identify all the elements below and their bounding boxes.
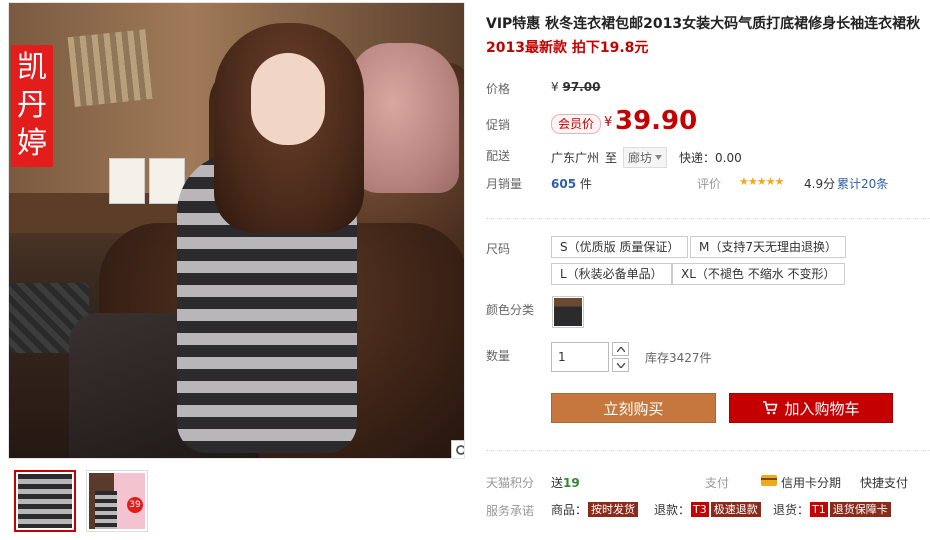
rating-score: 4.9分	[804, 177, 836, 191]
thumbnail-2[interactable]: 39	[86, 470, 148, 532]
promise-refund: 退款： T3 极速退款	[654, 501, 761, 518]
color-option[interactable]	[552, 296, 584, 328]
original-price: ¥ 97.00	[551, 80, 600, 94]
divider	[486, 450, 930, 451]
buy-now-button[interactable]: 立刻购买	[551, 393, 716, 423]
divider	[486, 218, 930, 219]
refund-label: 退款：	[654, 503, 691, 517]
member-price-tag: 会员价	[551, 114, 602, 134]
return-label: 退货：	[773, 503, 810, 517]
quantity-input[interactable]	[551, 342, 609, 372]
quantity-increase-button[interactable]	[612, 342, 629, 356]
review-label: 评价	[697, 177, 722, 191]
chevron-down-icon	[655, 155, 663, 160]
size-option-xl[interactable]: XL（不褪色 不缩水 不变形）	[672, 263, 845, 285]
brand-char: 丹	[17, 88, 47, 123]
rating-stars-icon: ★★★★★	[739, 175, 784, 188]
goods-label: 商品：	[551, 503, 588, 517]
goods-tag[interactable]: 按时发货	[588, 502, 639, 517]
photo-model-face	[251, 53, 325, 145]
promise-return: 退货： T1 退货保障卡	[773, 501, 891, 518]
add-to-cart-label: 加入购物车	[784, 399, 860, 418]
thumbnail-strip: 39	[14, 470, 148, 532]
size-label: 尺码	[486, 242, 511, 256]
sales-unit: 件	[579, 177, 592, 191]
product-subtitle: 2013最新款 拍下19.8元	[486, 38, 648, 58]
destination-value: 廊坊	[628, 151, 653, 165]
color-label: 颜色分类	[486, 303, 535, 317]
subtitle-year: 2013	[486, 40, 525, 56]
photo-sign	[109, 158, 145, 204]
points-prefix: 送	[551, 476, 564, 490]
product-title: VIP特惠 秋冬连衣裙包邮2013女装大码气质打底裙修身长袖连衣裙秋	[486, 16, 921, 32]
buy-now-label: 立刻购买	[603, 399, 664, 418]
payment-label: 支付	[705, 476, 730, 490]
sales-count: 605	[551, 177, 577, 191]
promo-label: 促销	[486, 118, 511, 132]
brand-char: 婷	[17, 126, 47, 161]
points-value: 送19	[551, 474, 580, 491]
shipping-info: 广东广州 至 廊坊 快递：0.00	[551, 147, 742, 168]
return-tag[interactable]: 退货保障卡	[829, 502, 891, 517]
credit-installment-link[interactable]: 信用卡分期	[781, 474, 841, 491]
photo-cloth	[349, 43, 459, 193]
monthly-sales: 605 件	[551, 175, 592, 192]
shipping-fee: 快递：0.00	[679, 151, 742, 165]
chevron-down-icon	[616, 362, 625, 368]
review-count-link[interactable]: 累计20条	[837, 175, 888, 192]
shipping-to: 至	[605, 151, 618, 165]
service-label: 服务承诺	[486, 504, 535, 518]
thumbnail-1[interactable]	[14, 470, 76, 532]
original-price-value: 97.00	[562, 80, 601, 94]
currency-symbol: ¥	[604, 115, 613, 130]
destination-select[interactable]: 廊坊	[623, 147, 668, 168]
thumbnail-badge: 39	[127, 497, 143, 513]
price-label: 价格	[486, 82, 511, 96]
shipping-label: 配送	[486, 149, 511, 163]
points-number: 19	[563, 476, 580, 490]
brand-char: 凯	[17, 50, 47, 85]
add-to-cart-button[interactable]: 加入购物车	[729, 393, 893, 423]
shipping-origin: 广东广州	[551, 151, 600, 165]
size-option-m[interactable]: M（支持7天无理由退换）	[690, 236, 846, 258]
photo-pillow	[67, 29, 155, 107]
sales-label: 月销量	[486, 177, 523, 191]
return-code: T1	[810, 502, 828, 517]
currency-symbol: ¥	[551, 80, 559, 94]
quantity-decrease-button[interactable]	[612, 358, 629, 372]
quick-pay-link[interactable]: 快捷支付	[860, 474, 908, 491]
quantity-label: 数量	[486, 349, 511, 363]
credit-card-icon	[761, 475, 777, 486]
subtitle-text: 最新款 拍下19.8元	[524, 40, 649, 56]
size-option-s[interactable]: S（优质版 质量保证）	[551, 236, 689, 258]
cart-icon	[763, 401, 779, 415]
brand-logo: 凯 丹 婷	[11, 45, 53, 167]
magnifier-icon[interactable]	[451, 440, 464, 458]
chevron-up-icon	[616, 346, 625, 352]
current-price: 39.90	[615, 106, 698, 136]
refund-tag[interactable]: 极速退款	[710, 502, 761, 517]
points-label: 天猫积分	[486, 476, 535, 490]
promise-goods: 商品： 按时发货	[551, 501, 639, 518]
size-option-l[interactable]: L（秋装必备单品）	[551, 263, 672, 285]
main-product-image[interactable]: 凯 丹 婷	[8, 2, 465, 459]
refund-code: T3	[691, 502, 709, 517]
stock-count: 库存3427件	[645, 351, 712, 365]
